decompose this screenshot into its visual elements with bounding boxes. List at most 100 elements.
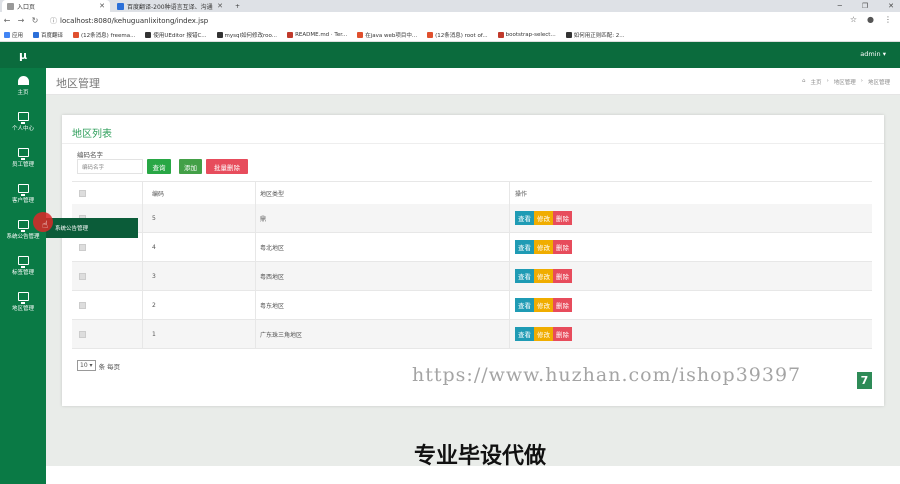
top-navbar: admin ▾ (46, 42, 900, 68)
delete-button[interactable]: 删除 (553, 327, 572, 341)
monitor-icon (17, 220, 29, 232)
browser-tab-2[interactable]: 百度翻译-200种语言互译、沟通 ✕ (112, 0, 228, 12)
tab-label: 百度翻译-200种语言互译、沟通 (127, 3, 213, 11)
brand-logo[interactable]: μ (0, 42, 46, 68)
edit-button[interactable]: 修改 (534, 327, 553, 341)
delete-button[interactable]: 删除 (553, 211, 572, 225)
row-checkbox[interactable] (79, 272, 86, 280)
monitor-icon (17, 112, 29, 124)
page-size-value: 10 (80, 362, 88, 369)
bookmark[interactable]: mysql如何修改roo... (216, 31, 278, 39)
profile-icon[interactable]: ● (867, 15, 874, 24)
row-checkbox[interactable] (79, 301, 86, 309)
bookmark[interactable]: (12条消息) freema... (73, 31, 135, 39)
maximize-icon[interactable]: ❐ (862, 2, 868, 10)
sidebar-item-label: 标签管理 (11, 270, 34, 276)
watermark-text: https://www.huzhan.com/ishop39397 (412, 364, 802, 386)
browser-tab-bar: 入口页 ✕ 百度翻译-200种语言互译、沟通 ✕ + ─ ❐ ✕ (0, 0, 900, 12)
cell-region-type: 广东珠三角地区 (260, 331, 303, 339)
breadcrumb-item[interactable]: 主页 (811, 78, 822, 86)
minimize-icon[interactable]: ─ (838, 2, 842, 10)
cell-code: 2 (152, 301, 156, 309)
monitor-icon (17, 184, 29, 196)
browser-tab-1[interactable]: 入口页 ✕ (2, 0, 110, 12)
delete-button[interactable]: 删除 (553, 269, 572, 283)
bookmark-label: 应用 (12, 33, 24, 39)
bookmark-label: 百度翻译 (41, 33, 64, 39)
monitor-icon (17, 256, 29, 268)
cell-code: 5 (152, 214, 156, 222)
page-size-label: 条 每页 (98, 362, 121, 371)
bookmark[interactable]: 应用 (4, 31, 23, 39)
bookmark[interactable]: 使用UEditor 报错C... (145, 31, 207, 39)
delete-button[interactable]: 删除 (553, 298, 572, 312)
edit-button[interactable]: 修改 (534, 211, 553, 225)
close-window-icon[interactable]: ✕ (888, 2, 894, 10)
bookmark-label: (12条消息) freema... (81, 33, 136, 39)
forward-icon[interactable]: → (14, 16, 28, 25)
sidebar-item-customers[interactable]: 客户管理 (0, 176, 46, 212)
bookmark[interactable]: (12条消息) root of... (427, 31, 488, 39)
row-checkbox[interactable] (79, 330, 86, 338)
hand-cursor-icon: ☝ (42, 220, 49, 231)
table-row: 2 粤东地区 查看 修改 删除 (72, 291, 872, 320)
page-favicon-icon (7, 2, 14, 10)
breadcrumb-item[interactable]: 地区管理 (834, 78, 856, 86)
edit-button[interactable]: 修改 (534, 269, 553, 283)
sidebar-item-tags[interactable]: 标签管理 (0, 248, 46, 284)
delete-button[interactable]: 删除 (553, 240, 572, 254)
add-button[interactable]: 添加 (179, 159, 202, 174)
close-icon[interactable]: ✕ (99, 2, 105, 10)
bookmark[interactable]: 百度翻译 (33, 31, 63, 39)
sidebar-item-employees[interactable]: 员工管理 (0, 140, 46, 176)
view-button[interactable]: 查看 (515, 327, 534, 341)
sidebar-item-regions[interactable]: 地区管理 (0, 284, 46, 320)
filter-label: 编码名字 (77, 151, 103, 159)
edit-button[interactable]: 修改 (534, 240, 553, 254)
star-icon[interactable]: ☆ (850, 15, 857, 24)
bookmark[interactable]: bootstrap-select... (497, 32, 556, 38)
bookmark[interactable]: 在java web项目中... (357, 31, 417, 39)
bookmark[interactable]: 如何用正则匹配: 2... (565, 31, 625, 39)
sidebar-item-home[interactable]: 主页 (0, 68, 46, 104)
select-all-checkbox[interactable] (79, 189, 86, 197)
home-icon: ⌂ (802, 78, 806, 84)
back-icon[interactable]: ← (0, 16, 14, 25)
view-button[interactable]: 查看 (515, 211, 534, 225)
sidebar-item-label: 客户管理 (11, 198, 34, 204)
table-row: 4 粤北地区 查看 修改 删除 (72, 233, 872, 262)
menu-icon[interactable]: ⋮ (884, 15, 892, 24)
new-tab-button[interactable]: + (230, 0, 244, 12)
monitor-icon (17, 148, 29, 160)
sidebar-item-profile[interactable]: 个人中心 (0, 104, 46, 140)
window-controls: ─ ❐ ✕ (838, 0, 894, 12)
user-menu[interactable]: admin ▾ (860, 50, 886, 58)
close-icon[interactable]: ✕ (217, 2, 223, 10)
tab-label: 入口页 (17, 3, 36, 11)
view-button[interactable]: 查看 (515, 240, 534, 254)
bookmark[interactable]: README.md · Ter... (287, 32, 347, 38)
row-checkbox[interactable] (79, 243, 86, 251)
search-input[interactable]: 编码名字 (77, 159, 143, 174)
page-size-select[interactable]: 10 ▾ (77, 360, 96, 371)
page-header: 地区管理 ⌂ 主页 › 地区管理 › 地区管理 (46, 68, 900, 95)
cell-region-type: 鼎 (260, 215, 267, 223)
edit-button[interactable]: 修改 (534, 298, 553, 312)
bookmark-icon (357, 32, 364, 38)
url-field[interactable]: ⓘ localhost:8080/kehuguanlixitong/index.j… (50, 16, 208, 26)
promo-caption: 专业毕设代做 (413, 444, 546, 469)
reload-icon[interactable]: ↻ (28, 16, 42, 25)
sidebar-tooltip[interactable]: 系统公告管理 (46, 218, 138, 238)
cell-region-type: 粤东地区 (260, 302, 285, 310)
search-button[interactable]: 查询 (147, 159, 171, 174)
column-header-code[interactable]: 编码 (152, 182, 164, 204)
view-button[interactable]: 查看 (515, 269, 534, 283)
bookmark-icon (287, 32, 294, 38)
page-title: 地区管理 (56, 77, 100, 90)
bookmarks-bar: 应用 百度翻译 (12条消息) freema... 使用UEditor 报错C.… (0, 29, 900, 42)
view-button[interactable]: 查看 (515, 298, 534, 312)
watermark-badge: 7 (857, 372, 872, 389)
column-header-type[interactable]: 地区类型 (260, 182, 284, 204)
batch-delete-button[interactable]: 批量删除 (206, 159, 248, 174)
bookmark-label: mysql如何修改roo... (224, 33, 278, 39)
